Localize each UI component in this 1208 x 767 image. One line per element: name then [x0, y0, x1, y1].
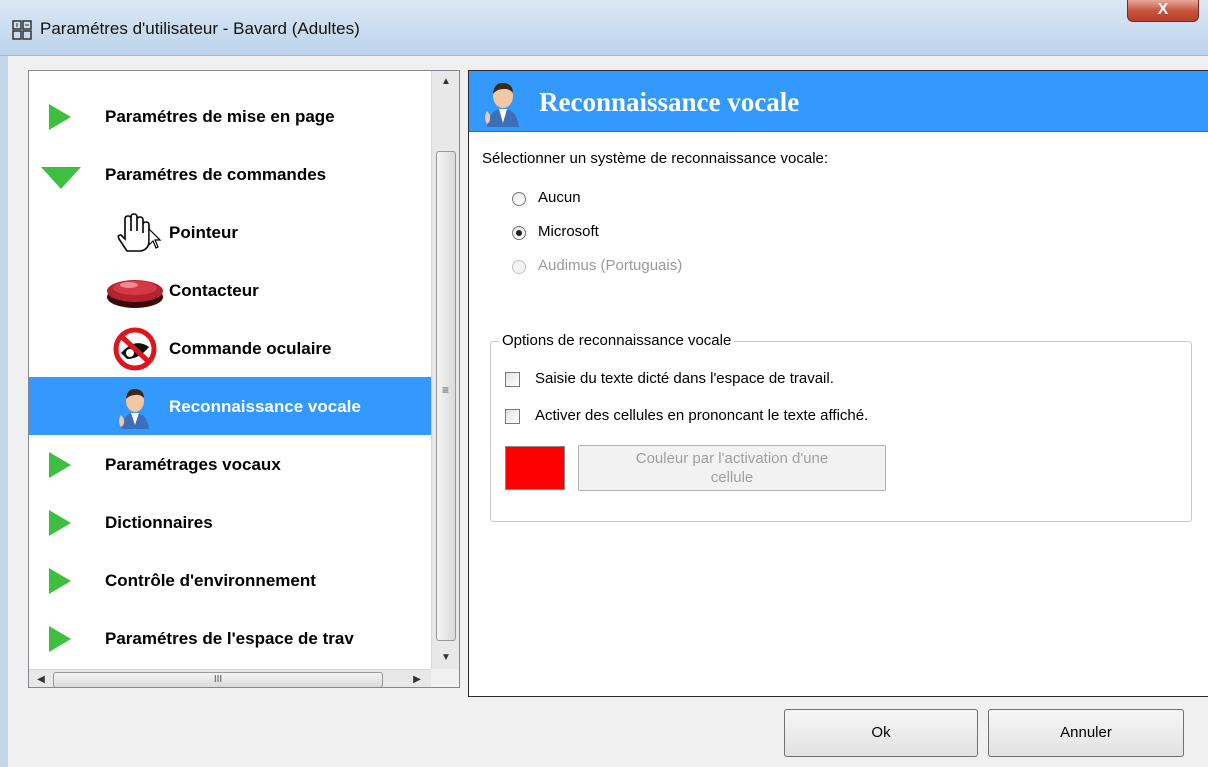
settings-tree[interactable]: Paramétres de mise en page Paramétres de… — [28, 70, 460, 688]
scroll-left-arrow-icon[interactable]: ◀ — [31, 670, 51, 687]
hand-pointer-icon — [117, 213, 162, 252]
vertical-scrollbar[interactable]: ▲ ≡ ▼ — [431, 71, 459, 669]
app-grid-icon — [12, 20, 32, 40]
scroll-down-arrow-icon[interactable]: ▼ — [432, 647, 459, 669]
tree-item-contacteur[interactable]: Contacteur — [29, 261, 431, 319]
tree-item-commande-oculaire[interactable]: Commande oculaire — [29, 319, 431, 377]
panel-header: Reconnaissance vocale — [469, 71, 1208, 132]
radio-button — [512, 260, 526, 274]
tree-item-pointeur[interactable]: Pointeur — [29, 203, 431, 261]
close-button[interactable]: X — [1127, 0, 1199, 22]
tree-item-label: Paramétrages vocaux — [105, 455, 281, 474]
switch-button-icon — [107, 280, 163, 308]
tree-item-espace-de-travail[interactable]: Paramétres de l'espace de trav — [29, 609, 431, 667]
recognition-options-group: Options de reconnaissance vocale Saisie … — [490, 332, 1192, 522]
color-button-label-line2: cellule — [710, 469, 754, 486]
speaking-person-icon — [119, 388, 149, 429]
tree-item-label: Dictionnaires — [105, 513, 213, 532]
checkbox-label: Activer des cellules en prononcant le te… — [535, 407, 869, 424]
activation-color-button[interactable]: Couleur par l'activation d'une cellule — [578, 445, 886, 491]
collapse-arrow-icon[interactable] — [41, 167, 81, 189]
tree-item-label: Commande oculaire — [169, 339, 332, 358]
grip-icon: ≡ — [442, 383, 450, 397]
radio-label: Microsoft — [538, 223, 599, 240]
scroll-up-arrow-icon[interactable]: ▲ — [432, 71, 459, 93]
tree-item-dictionnaires[interactable]: Dictionnaires — [29, 493, 431, 551]
scrollbar-corner — [431, 669, 459, 687]
checkbox[interactable] — [505, 372, 520, 387]
tree-item-commandes[interactable]: Paramétres de commandes — [29, 145, 431, 203]
panel-title: Reconnaissance vocale — [539, 87, 800, 117]
tree-item-label: Contacteur — [169, 281, 259, 300]
settings-panel: Reconnaissance vocale Sélectionner un sy… — [468, 70, 1208, 697]
radio-button[interactable] — [512, 226, 526, 240]
grip-icon: III — [213, 674, 223, 685]
ok-button[interactable]: Ok — [784, 709, 978, 757]
tree-item-reconnaissance-vocale[interactable]: Reconnaissance vocale — [29, 377, 431, 435]
tree-item-label: Paramétres de mise en page — [105, 107, 335, 126]
tree-item-controle-environnement[interactable]: Contrôle d'environnement — [29, 551, 431, 609]
expand-arrow-icon[interactable] — [49, 626, 71, 652]
expand-arrow-icon[interactable] — [49, 510, 71, 536]
eye-gaze-disabled-icon — [113, 327, 157, 371]
window-title: Paramétres d'utilisateur - Bavard (Adult… — [40, 19, 360, 38]
radio-button[interactable] — [512, 192, 526, 206]
scroll-right-arrow-icon[interactable]: ▶ — [407, 670, 427, 687]
horizontal-scroll-thumb[interactable]: III — [53, 672, 383, 687]
title-bar: Paramétres d'utilisateur - Bavard (Adult… — [0, 0, 1208, 56]
tree-item-label: Contrôle d'environnement — [105, 571, 316, 590]
cancel-button[interactable]: Annuler — [988, 709, 1184, 757]
horizontal-scrollbar[interactable]: ◀ III ▶ — [29, 669, 431, 687]
radio-label: Audimus (Portuguais) — [538, 257, 683, 274]
radio-label: Aucun — [538, 189, 581, 206]
activation-color-swatch[interactable] — [505, 446, 565, 490]
tree-item-mise-en-page[interactable]: Paramétres de mise en page — [29, 87, 431, 145]
tree-item-label: Paramétres de commandes — [105, 165, 327, 184]
color-button-label-line1: Couleur par l'activation d'une — [635, 450, 829, 467]
vertical-scroll-thumb[interactable]: ≡ — [436, 151, 456, 641]
expand-arrow-icon[interactable] — [49, 568, 71, 594]
checkbox[interactable] — [505, 409, 520, 424]
expand-arrow-icon[interactable] — [49, 452, 71, 478]
tree-item-parametrages-vocaux[interactable]: Paramétrages vocaux — [29, 435, 431, 493]
tree-item-label: Reconnaissance vocale — [169, 397, 361, 416]
expand-arrow-icon[interactable] — [49, 104, 71, 130]
dialog-client: Paramétres de mise en page Paramétres de… — [0, 56, 1208, 767]
tree-item-label: Pointeur — [169, 223, 238, 242]
checkbox-label: Saisie du texte dicté dans l'espace de t… — [535, 370, 834, 387]
tree-item-label: Paramétres de l'espace de trav — [105, 629, 354, 648]
group-legend: Options de reconnaissance vocale — [499, 332, 735, 349]
recognition-system-prompt: Sélectionner un système de reconnaissanc… — [482, 150, 829, 167]
speaking-person-icon — [485, 82, 519, 127]
